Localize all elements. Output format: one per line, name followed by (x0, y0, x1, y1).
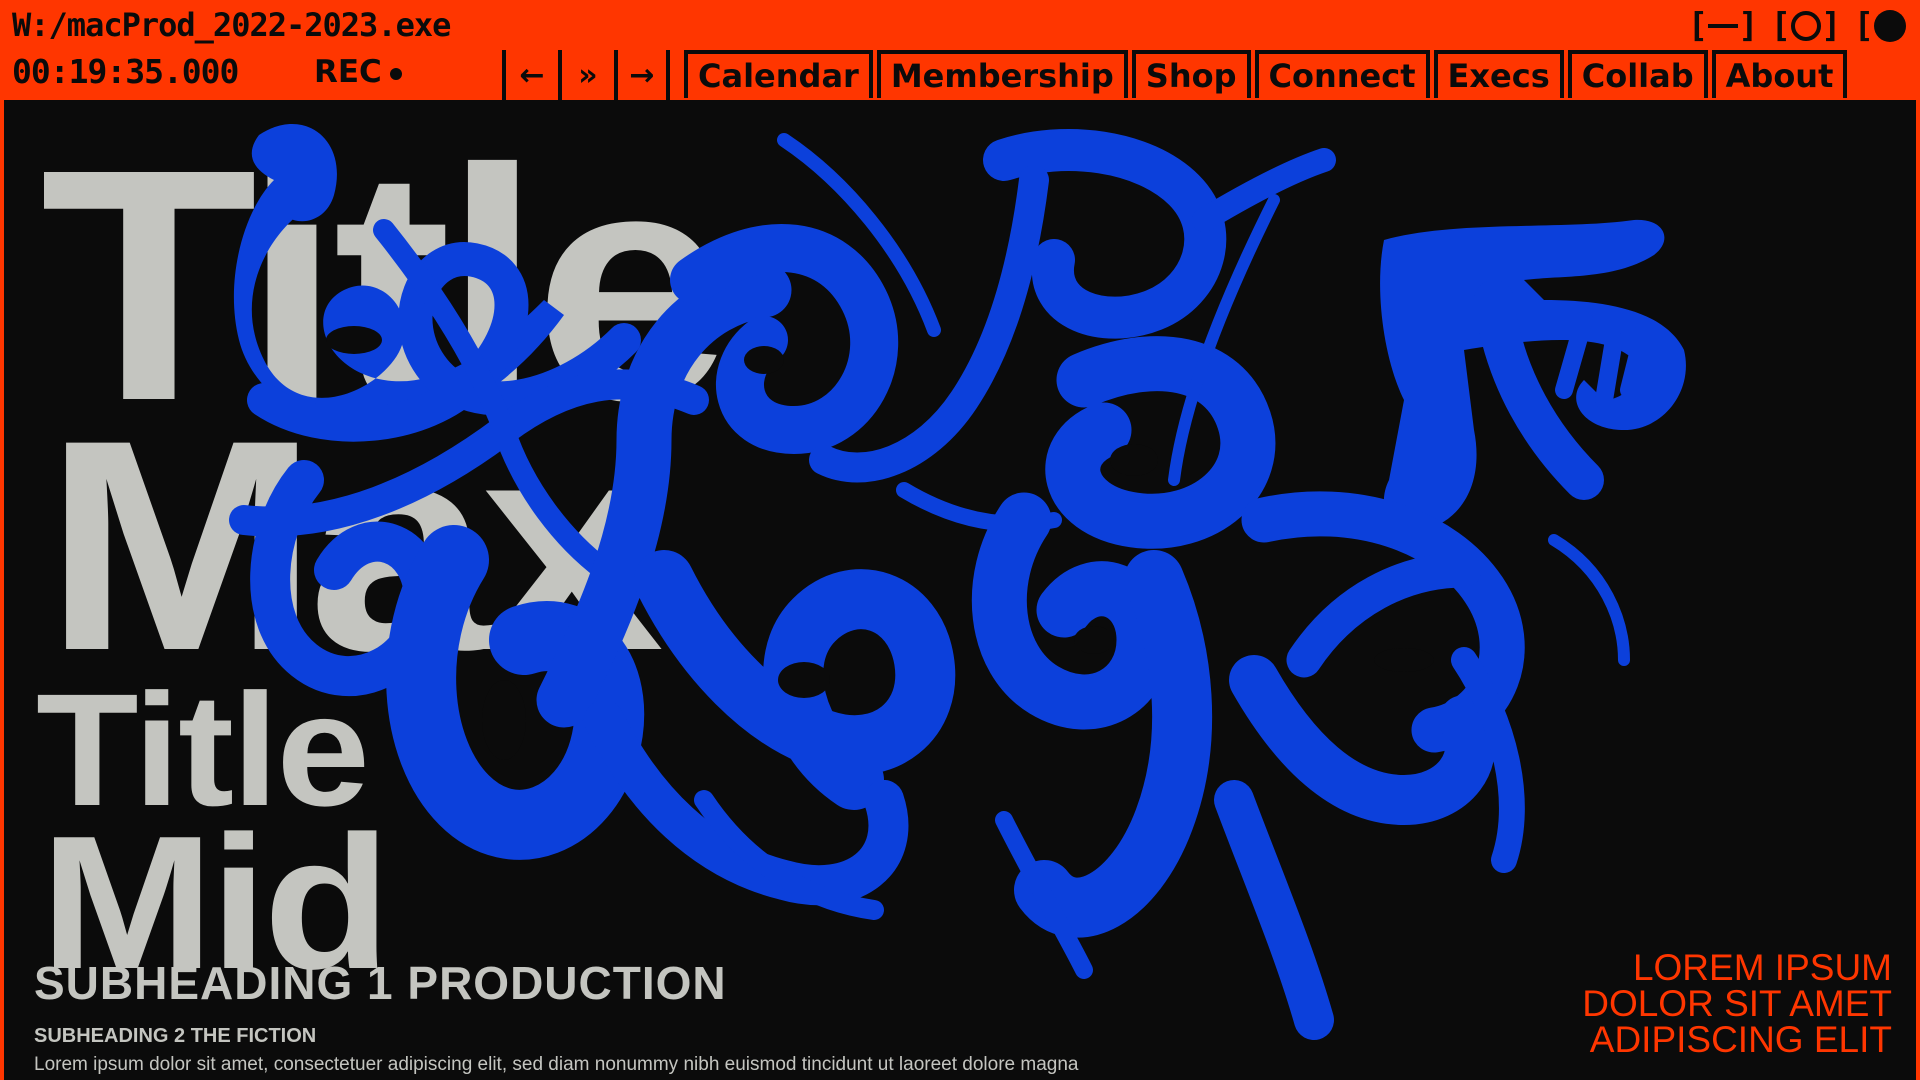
rec-dot-icon (389, 67, 402, 80)
arrow-left-icon: ← (519, 57, 545, 93)
arrow-right-icon: → (629, 57, 655, 93)
subheading-1: SUBHEADING 1 PRODUCTION (34, 957, 727, 1009)
main-menu: Calendar Membership Shop Connect Execs C… (684, 50, 1848, 100)
menu-item-execs[interactable]: Execs (1433, 50, 1564, 98)
maximize-button[interactable]: [] (1771, 6, 1842, 46)
back-button[interactable]: ← (502, 50, 558, 100)
window-path: W:/macProd_2022-2023.exe (12, 6, 451, 44)
menu-item-calendar[interactable]: Calendar (684, 50, 873, 98)
side-tagline: LOREM IPSUM DOLOR SIT AMET ADIPISCING EL… (1582, 947, 1892, 1060)
side-tagline-line-1: LOREM IPSUM (1632, 947, 1892, 988)
minimize-button[interactable]: [] (1688, 6, 1759, 46)
rec-indicator: REC (314, 54, 402, 90)
fast-forward-button[interactable]: » (558, 50, 614, 100)
rec-label: REC (314, 54, 382, 90)
timecode: 00:19:35.000 (12, 52, 239, 91)
title-bar: W:/macProd_2022-2023.exe [] [] [ 00:19:3… (0, 0, 1920, 100)
close-button[interactable]: [ (1854, 6, 1906, 46)
menu-item-connect[interactable]: Connect (1254, 50, 1430, 98)
menu-item-membership[interactable]: Membership (876, 50, 1128, 98)
nav-buttons: ← » → (502, 50, 670, 100)
minimize-icon (1708, 24, 1739, 28)
filled-circle-icon (1874, 10, 1906, 42)
double-chevron-right-icon: » (578, 57, 598, 93)
menu-item-shop[interactable]: Shop (1131, 50, 1251, 98)
window-controls: [] [] [ (1688, 6, 1906, 46)
body-text: Lorem ipsum dolor sit amet, consectetuer… (34, 1054, 1079, 1075)
side-tagline-line-2: DOLOR SIT AMET (1582, 983, 1892, 1024)
subheading-2: SUBHEADING 2 THE FICTION (34, 1025, 317, 1047)
circle-outline-icon (1791, 11, 1822, 41)
hero-title-max-word: Max (44, 377, 664, 713)
menu-item-about[interactable]: About (1711, 50, 1848, 98)
menu-item-collab[interactable]: Collab (1567, 50, 1708, 98)
forward-button[interactable]: → (614, 50, 670, 100)
side-tagline-line-3: ADIPISCING ELIT (1589, 1019, 1892, 1060)
hero-panel: Title Max Title Mid SUBHEADING 1 PRODUCT… (4, 100, 1916, 1080)
